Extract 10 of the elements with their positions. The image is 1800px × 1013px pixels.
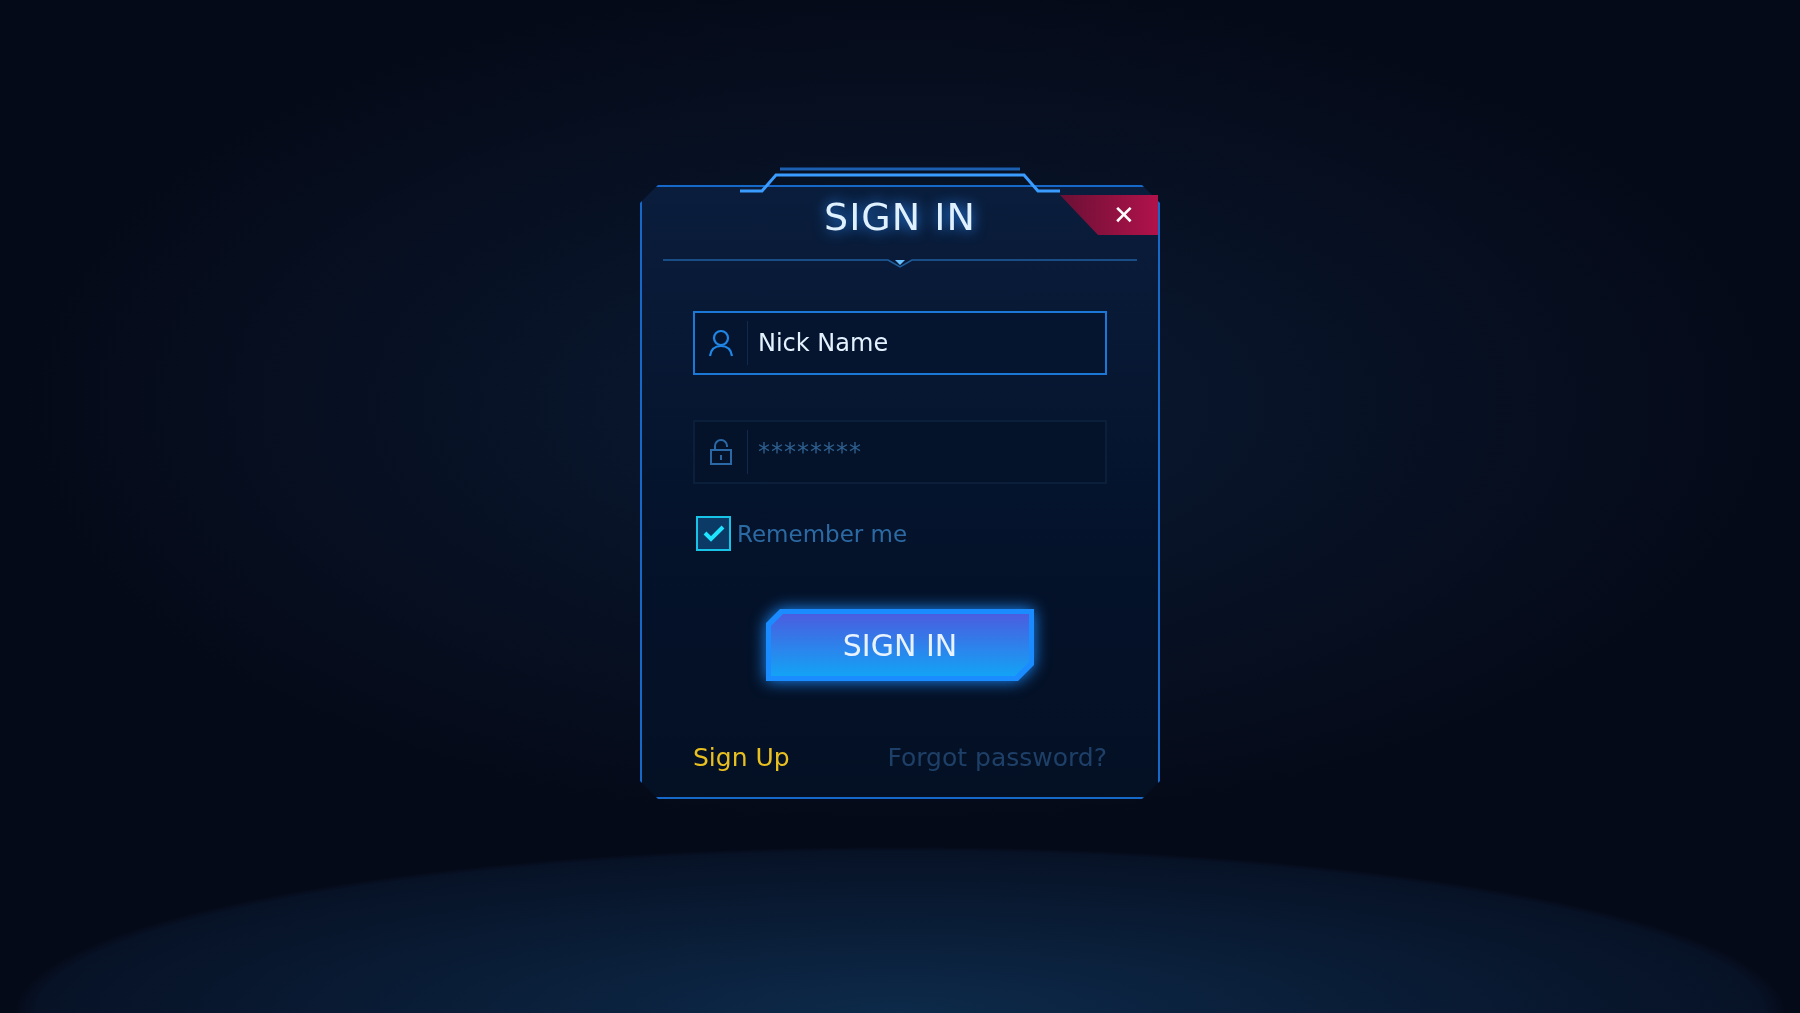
lock-icon <box>709 438 733 466</box>
check-icon <box>702 525 725 542</box>
name-field[interactable]: Nick Name <box>693 311 1107 375</box>
remember-checkbox[interactable] <box>696 516 731 551</box>
link[interactable]: Sign Up <box>693 743 790 772</box>
user-icon <box>708 329 734 357</box>
password-field[interactable]: ******** <box>693 420 1107 484</box>
name-input[interactable]: Nick Name <box>748 329 1105 357</box>
dialog-title: SIGN IN <box>823 195 977 241</box>
password-input[interactable]: ******** <box>748 438 1105 466</box>
